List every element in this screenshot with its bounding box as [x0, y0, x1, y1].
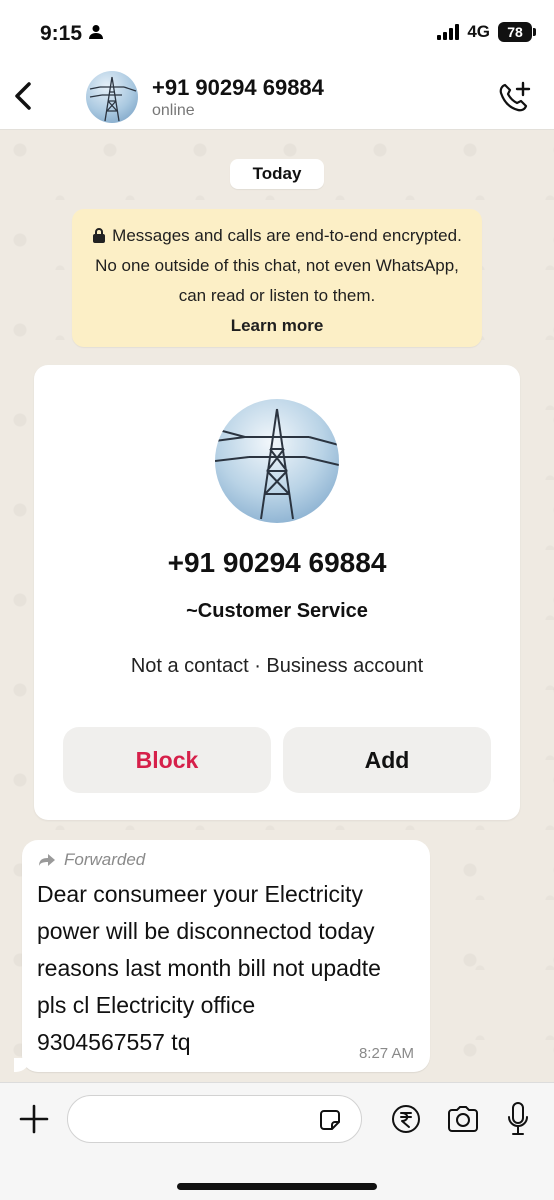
home-indicator	[177, 1183, 377, 1190]
message-text: Dear consumeer your Electricity power wi…	[37, 881, 381, 1055]
sticker-icon	[320, 1110, 340, 1130]
status-bar: 9:15 4G 78	[0, 0, 554, 62]
contact-name[interactable]: +91 90294 69884	[152, 75, 324, 101]
network-label: 4G	[467, 22, 490, 41]
forwarded-label: Forwarded	[38, 850, 145, 870]
encryption-notice[interactable]: Messages and calls are end-to-end encryp…	[72, 209, 482, 347]
add-contact-button[interactable]: Add	[283, 727, 491, 793]
add-call-button[interactable]	[494, 78, 534, 116]
attach-button[interactable]	[16, 1101, 52, 1137]
camera-button[interactable]	[445, 1103, 481, 1135]
contact-card-meta: Not a contact · Business account	[130, 655, 424, 677]
lock-icon	[93, 228, 106, 243]
encryption-text: Messages and calls are end-to-end encryp…	[95, 226, 462, 305]
incoming-message[interactable]: Forwarded Dear consumeer your Electricit…	[14, 840, 430, 1072]
contact-status: online	[152, 102, 195, 119]
message-time: 8:27 AM	[358, 1045, 414, 1062]
forwarded-text: Forwarded	[64, 850, 146, 869]
power-tower-icon	[89, 76, 137, 122]
sticker-button[interactable]	[315, 1105, 345, 1135]
status-time: 9:15	[40, 22, 83, 45]
date-chip: Today	[230, 159, 324, 189]
contact-card-phone: +91 90294 69884	[167, 547, 387, 578]
input-bar	[0, 1082, 554, 1200]
payment-button[interactable]	[390, 1103, 422, 1135]
signal-icon	[437, 24, 460, 40]
status-time-group: 9:15	[40, 22, 104, 46]
chat-area[interactable]: Today Messages and calls are end-to-end …	[0, 130, 554, 1082]
person-icon	[88, 22, 104, 46]
mic-button[interactable]	[504, 1100, 532, 1138]
back-button[interactable]	[8, 76, 38, 116]
block-button[interactable]: Block	[63, 727, 271, 793]
rupee-icon	[392, 1105, 420, 1133]
contact-card-avatar[interactable]	[215, 399, 339, 523]
plus-icon	[19, 1104, 49, 1134]
camera-icon	[448, 1106, 478, 1132]
contact-card-name: ~Customer Service	[186, 600, 368, 622]
contact-info-card: +91 90294 69884 ~Customer Service Not a …	[34, 365, 520, 820]
power-tower-icon	[215, 408, 339, 520]
add-call-icon	[499, 81, 531, 112]
back-chevron-icon	[15, 82, 31, 110]
status-indicators: 4G 78	[437, 22, 536, 42]
learn-more-link[interactable]: Learn more	[86, 311, 468, 341]
contact-avatar[interactable]	[86, 71, 138, 123]
chat-header: +91 90294 69884 online	[0, 62, 554, 130]
mic-icon	[508, 1102, 528, 1135]
battery-indicator: 78	[498, 22, 536, 42]
forward-arrow-icon	[39, 854, 55, 866]
